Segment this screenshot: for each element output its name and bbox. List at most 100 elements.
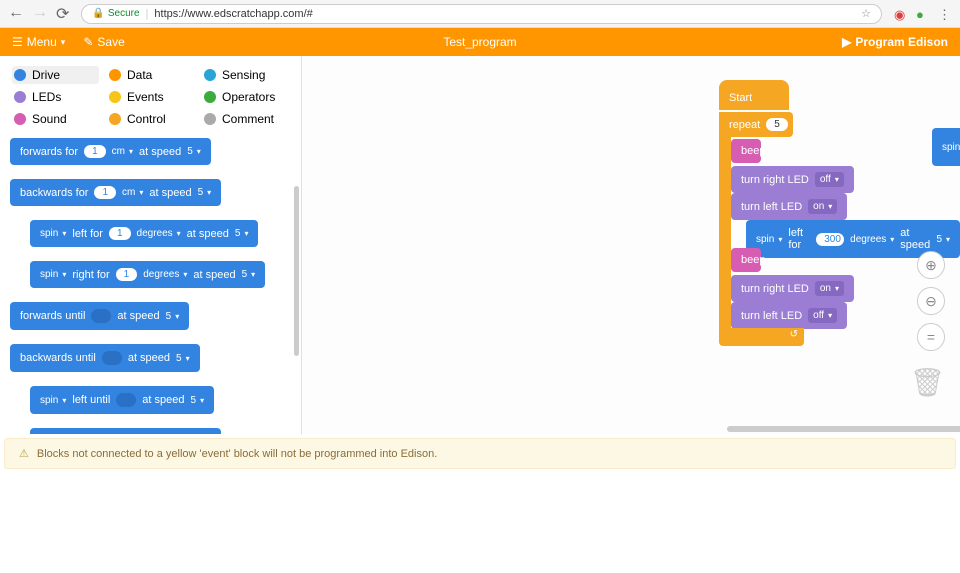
palette-block-spin_dir_for[interactable]: spin right for 1 degrees at speed 5 — [30, 261, 265, 288]
category-operators[interactable]: Operators — [202, 88, 289, 106]
start-block[interactable]: Start — [719, 80, 789, 110]
spin-dropdown[interactable]: spin — [40, 228, 66, 239]
unit-dropdown[interactable]: degrees — [137, 228, 181, 239]
speed-dropdown[interactable]: 5 — [191, 395, 205, 406]
warning-icon: ⚠ — [19, 447, 29, 460]
palette-block-spin_until[interactable]: spinright untilat speed5 — [30, 428, 221, 434]
save-button[interactable]: ✎ Save — [83, 35, 124, 49]
category-grid: Drive Data Sensing LEDs Events Operators Sound… — [0, 56, 301, 134]
category-dot — [109, 69, 121, 81]
palette-block-backwards_until[interactable]: backwards untilat speed5 — [10, 344, 200, 372]
browser-menu-icon[interactable]: ⋮ — [938, 7, 952, 21]
dir-label: right for — [72, 269, 109, 281]
detached-spin-block[interactable]: spin right for 300 degrees at speed 5 — [932, 128, 960, 166]
led-right-off-block[interactable]: turn right LED off — [731, 166, 854, 193]
val-input[interactable]: 1 — [84, 145, 106, 158]
repeat-value[interactable]: 5 — [766, 118, 788, 131]
category-drive[interactable]: Drive — [12, 66, 99, 84]
canvas-scrollbar-horizontal[interactable] — [727, 426, 960, 432]
repeat-block-bottom[interactable]: ↺ — [719, 328, 804, 346]
category-comment[interactable]: Comment — [202, 110, 289, 128]
speed-dropdown[interactable]: 5 — [166, 311, 180, 322]
zoom-controls: ⊕ ⊖ = — [917, 251, 945, 351]
zoom-in-button[interactable]: ⊕ — [917, 251, 945, 279]
block-label: forwards for — [20, 146, 78, 158]
speed-dropdown[interactable]: 5 — [176, 353, 190, 364]
led-label: turn right LED — [741, 174, 809, 186]
palette-block-forwards_until[interactable]: forwards untilat speed5 — [10, 302, 189, 330]
block-palette: Drive Data Sensing LEDs Events Operators Sound… — [0, 56, 302, 434]
back-button[interactable]: ← — [8, 4, 24, 24]
palette-scrollbar[interactable] — [294, 186, 299, 356]
menu-button[interactable]: ☰ Menu ▾ — [12, 35, 65, 49]
palette-block-spin_until[interactable]: spinleft untilat speed5 — [30, 386, 214, 414]
block-label: forwards until — [20, 310, 85, 322]
val-input[interactable]: 300 — [816, 233, 844, 246]
led-state-dropdown[interactable]: on — [815, 281, 844, 296]
chevron-down-icon: ▾ — [61, 37, 66, 48]
zoom-out-button[interactable]: ⊖ — [917, 287, 945, 315]
speed-dropdown[interactable]: 5 — [936, 234, 950, 245]
condition-slot[interactable] — [116, 393, 136, 407]
extension-icon-1[interactable]: ◉ — [894, 7, 908, 21]
unit-dropdown[interactable]: degrees — [850, 234, 894, 245]
led-state-dropdown[interactable]: off — [815, 172, 844, 187]
speed-dropdown[interactable]: 5 — [235, 228, 249, 239]
val-input[interactable]: 1 — [109, 227, 131, 240]
reload-button[interactable]: ⟳ — [56, 4, 69, 24]
spin-dropdown[interactable]: spin — [756, 234, 782, 245]
val-input[interactable]: 1 — [116, 268, 138, 281]
palette-block-forwards_for[interactable]: forwards for1cmat speed5 — [10, 138, 211, 165]
program-edison-button[interactable]: ▶ Program Edison — [842, 35, 948, 49]
star-icon[interactable]: ☆ — [861, 7, 871, 20]
speed-dropdown[interactable]: 5 — [242, 269, 256, 280]
speed-dropdown[interactable]: 5 — [198, 187, 212, 198]
repeat-block[interactable]: repeat 5 — [719, 112, 793, 137]
led-left-on-block[interactable]: turn left LED on — [731, 193, 847, 220]
category-data[interactable]: Data — [107, 66, 194, 84]
repeat-c-bar — [719, 112, 731, 330]
beep-label: beep — [741, 254, 765, 266]
unit-dropdown[interactable]: cm — [122, 187, 143, 198]
unit-dropdown[interactable]: cm — [112, 146, 133, 157]
script-canvas[interactable]: Start repeat 5 beep turn right LED off t… — [302, 56, 960, 434]
condition-slot[interactable] — [91, 309, 111, 323]
beep-label: beep — [741, 145, 765, 157]
category-dot — [14, 91, 26, 103]
category-events[interactable]: Events — [107, 88, 194, 106]
category-leds[interactable]: LEDs — [12, 88, 99, 106]
trash-button[interactable]: 🗑 — [909, 366, 945, 399]
speed-label: at speed — [193, 269, 235, 281]
palette-block-backwards_for[interactable]: backwards for1cmat speed5 — [10, 179, 221, 206]
dir-label: left for — [788, 227, 810, 251]
spin-dropdown[interactable]: spin — [40, 395, 66, 406]
category-control[interactable]: Control — [107, 110, 194, 128]
secure-indicator: 🔒 Secure — [92, 8, 139, 19]
led-state-dropdown[interactable]: on — [808, 199, 837, 214]
beep-block-1[interactable]: beep — [731, 139, 761, 163]
val-input[interactable]: 1 — [94, 186, 116, 199]
condition-slot[interactable] — [102, 351, 122, 365]
category-sensing[interactable]: Sensing — [202, 66, 289, 84]
category-dot — [204, 113, 216, 125]
play-icon: ▶ — [842, 35, 851, 49]
speed-dropdown[interactable]: 5 — [187, 146, 201, 157]
led-left-off-block[interactable]: turn left LED off — [731, 302, 847, 329]
category-sound[interactable]: Sound — [12, 110, 99, 128]
spin-dropdown[interactable]: spin — [942, 142, 960, 153]
led-right-on-block[interactable]: turn right LED on — [731, 275, 854, 302]
led-state-dropdown[interactable]: off — [808, 308, 837, 323]
repeat-arrow-icon: ↺ — [790, 329, 798, 340]
category-dot — [14, 113, 26, 125]
zoom-reset-button[interactable]: = — [917, 323, 945, 351]
extension-icon-2[interactable]: ● — [916, 7, 930, 21]
unit-dropdown[interactable]: degrees — [143, 269, 187, 280]
url-bar[interactable]: 🔒 Secure | https://www.edscratchapp.com/… — [81, 4, 882, 24]
category-label: Events — [127, 90, 164, 104]
secure-label: Secure — [108, 8, 140, 19]
beep-block-2[interactable]: beep — [731, 248, 761, 272]
spin-dropdown[interactable]: spin — [40, 269, 66, 280]
palette-block-spin_dir_for[interactable]: spinleft for1degreesat speed5 — [30, 220, 258, 247]
url-text: https://www.edscratchapp.com/# — [154, 8, 312, 20]
forward-button[interactable]: → — [32, 4, 48, 24]
